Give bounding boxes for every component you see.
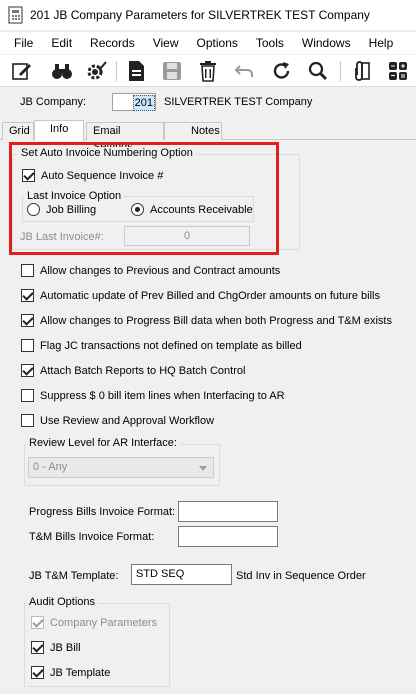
trash-icon bbox=[200, 61, 216, 82]
tab-info[interactable]: Info bbox=[34, 120, 84, 141]
option-row[interactable]: Attach Batch Reports to HQ Batch Control bbox=[21, 364, 245, 377]
option-label: Automatic update of Prev Billed and ChgO… bbox=[40, 289, 380, 302]
audit-company-parameters-option[interactable]: Company Parameters bbox=[31, 616, 157, 629]
company-code-field[interactable]: 201 bbox=[112, 93, 156, 111]
toolbar bbox=[0, 55, 416, 87]
delete-button[interactable] bbox=[196, 59, 220, 83]
company-code-value: 201 bbox=[132, 95, 155, 111]
audit-jb-template-checkbox[interactable] bbox=[31, 666, 44, 679]
menu-file[interactable]: File bbox=[0, 32, 42, 54]
menu-view[interactable]: View bbox=[144, 32, 188, 54]
tm-template-label: JB T&M Template: bbox=[29, 570, 119, 582]
audit-jb-bill-label: JB Bill bbox=[50, 641, 81, 654]
progress-format-label: Progress Bills Invoice Format: bbox=[29, 506, 176, 518]
toolbar-separator bbox=[116, 61, 117, 81]
window-title: 201 JB Company Parameters for SILVERTREK… bbox=[30, 8, 370, 22]
calculator-icon bbox=[389, 62, 407, 80]
option-checkbox[interactable] bbox=[21, 289, 34, 302]
menu-windows[interactable]: Windows bbox=[293, 32, 360, 54]
tab-notes[interactable]: Notes bbox=[164, 122, 222, 140]
highlight-annotation bbox=[9, 142, 279, 255]
tm-template-input[interactable]: STD SEQ bbox=[131, 564, 232, 585]
option-checkbox[interactable] bbox=[21, 364, 34, 377]
document-icon bbox=[129, 61, 144, 81]
tab-email-settings[interactable]: Email Settings bbox=[86, 122, 164, 153]
menu-tools[interactable]: Tools bbox=[247, 32, 293, 54]
find-button[interactable] bbox=[50, 59, 74, 83]
new-record-button[interactable] bbox=[124, 59, 148, 83]
option-row[interactable]: Allow changes to Progress Bill data when… bbox=[21, 314, 392, 327]
binoculars-icon bbox=[52, 64, 72, 79]
toolbar-separator bbox=[340, 61, 341, 81]
title-bar: 201 JB Company Parameters for SILVERTREK… bbox=[0, 0, 416, 31]
menu-options[interactable]: Options bbox=[188, 32, 247, 54]
settings-button[interactable] bbox=[84, 59, 108, 83]
option-label: Allow changes to Progress Bill data when… bbox=[40, 314, 392, 327]
review-level-title: Review Level for AR Interface: bbox=[26, 437, 180, 449]
review-level-select[interactable]: 0 - Any bbox=[28, 457, 214, 478]
company-label: JB Company: bbox=[20, 96, 87, 108]
undo-icon bbox=[234, 65, 253, 77]
document-app-icon bbox=[8, 6, 23, 24]
tm-format-input[interactable] bbox=[178, 526, 278, 547]
paperclip-icon bbox=[355, 61, 370, 81]
menu-edit[interactable]: Edit bbox=[42, 32, 81, 54]
edit-form-button[interactable] bbox=[10, 59, 34, 83]
tab-strip: Grid Info Email Settings Notes bbox=[0, 120, 416, 153]
calculator-button[interactable] bbox=[386, 59, 410, 83]
option-row[interactable]: Suppress $ 0 bill item lines when Interf… bbox=[21, 389, 285, 402]
gear-check-icon bbox=[87, 61, 107, 80]
audit-jb-template-option[interactable]: JB Template bbox=[31, 666, 110, 679]
review-level-value: 0 - Any bbox=[33, 461, 68, 473]
option-checkbox[interactable] bbox=[21, 314, 34, 327]
option-row[interactable]: Allow changes to Previous and Contract a… bbox=[21, 264, 280, 277]
search-icon bbox=[308, 61, 328, 81]
audit-jb-bill-option[interactable]: JB Bill bbox=[31, 641, 81, 654]
option-label: Attach Batch Reports to HQ Batch Control bbox=[40, 364, 246, 377]
progress-format-input[interactable] bbox=[178, 501, 278, 522]
option-checkbox[interactable] bbox=[21, 389, 34, 402]
search-button[interactable] bbox=[306, 59, 330, 83]
save-button[interactable] bbox=[160, 59, 184, 83]
chevron-down-icon bbox=[199, 466, 207, 471]
audit-company-parameters-checkbox[interactable] bbox=[31, 616, 44, 629]
refresh-icon bbox=[273, 62, 290, 79]
option-label: Suppress $ 0 bill item lines when Interf… bbox=[40, 389, 285, 402]
option-row[interactable]: Flag JC transactions not defined on temp… bbox=[21, 339, 302, 352]
audit-jb-template-label: JB Template bbox=[50, 666, 111, 679]
option-row[interactable]: Use Review and Approval Workflow bbox=[21, 414, 214, 427]
option-checkbox[interactable] bbox=[21, 264, 34, 277]
tab-grid[interactable]: Grid bbox=[2, 122, 34, 140]
tm-format-label: T&M Bills Invoice Format: bbox=[29, 531, 155, 543]
option-label: Use Review and Approval Workflow bbox=[40, 414, 215, 427]
audit-jb-bill-checkbox[interactable] bbox=[31, 641, 44, 654]
attachment-button[interactable] bbox=[348, 59, 372, 83]
undo-button[interactable] bbox=[232, 59, 256, 83]
option-label: Flag JC transactions not defined on temp… bbox=[40, 339, 302, 352]
option-checkbox[interactable] bbox=[21, 339, 34, 352]
refresh-button[interactable] bbox=[270, 59, 294, 83]
audit-options-title: Audit Options bbox=[26, 596, 99, 608]
option-checkbox[interactable] bbox=[21, 414, 34, 427]
menu-bar: File Edit Records View Options Tools Win… bbox=[0, 32, 416, 54]
menu-help[interactable]: Help bbox=[360, 32, 403, 54]
option-label: Allow changes to Previous and Contract a… bbox=[40, 264, 281, 277]
company-name: SILVERTREK TEST Company bbox=[164, 96, 313, 108]
option-row[interactable]: Automatic update of Prev Billed and ChgO… bbox=[21, 289, 380, 302]
tm-template-description: Std Inv in Sequence Order bbox=[236, 570, 366, 582]
audit-company-parameters-label: Company Parameters bbox=[50, 616, 157, 629]
menu-records[interactable]: Records bbox=[81, 32, 144, 54]
pencil-icon bbox=[12, 63, 31, 80]
company-header: JB Company: 201 SILVERTREK TEST Company bbox=[0, 88, 416, 118]
save-icon bbox=[163, 62, 181, 80]
